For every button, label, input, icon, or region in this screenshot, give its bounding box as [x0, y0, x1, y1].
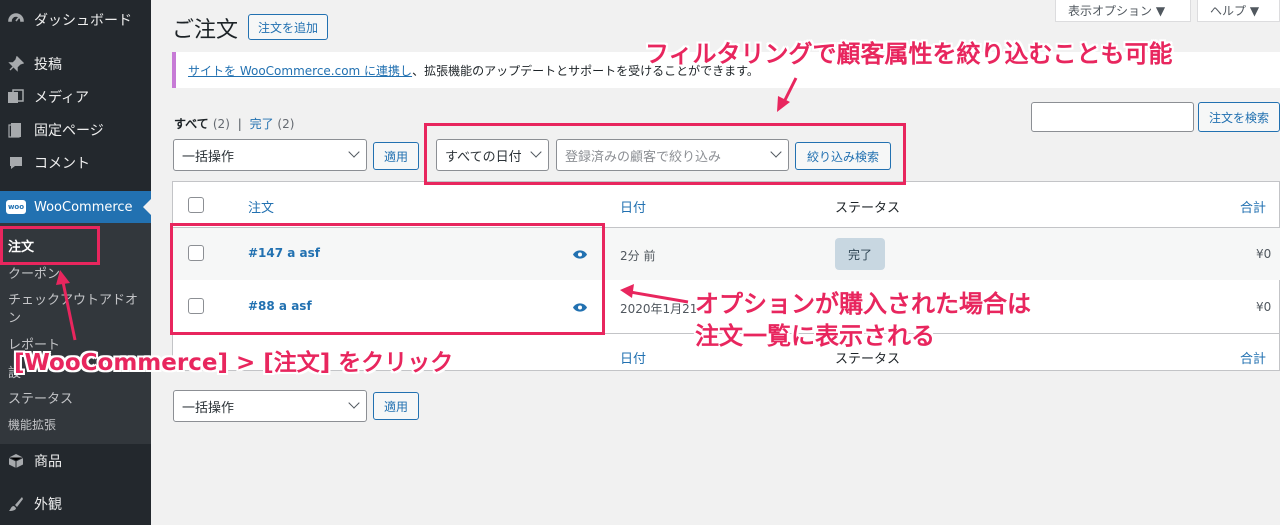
- option-callout-line2: 注文一覧に表示される: [695, 322, 935, 350]
- filter-callout: フィルタリングで顧客属性を絞り込むことも可能: [645, 40, 1173, 68]
- option-callout-line1: オプションが購入された場合は: [695, 290, 1031, 318]
- annotation-arrows: [56, 77, 798, 341]
- click-callout: [WooCommerce] > [注文] をクリック: [14, 350, 454, 376]
